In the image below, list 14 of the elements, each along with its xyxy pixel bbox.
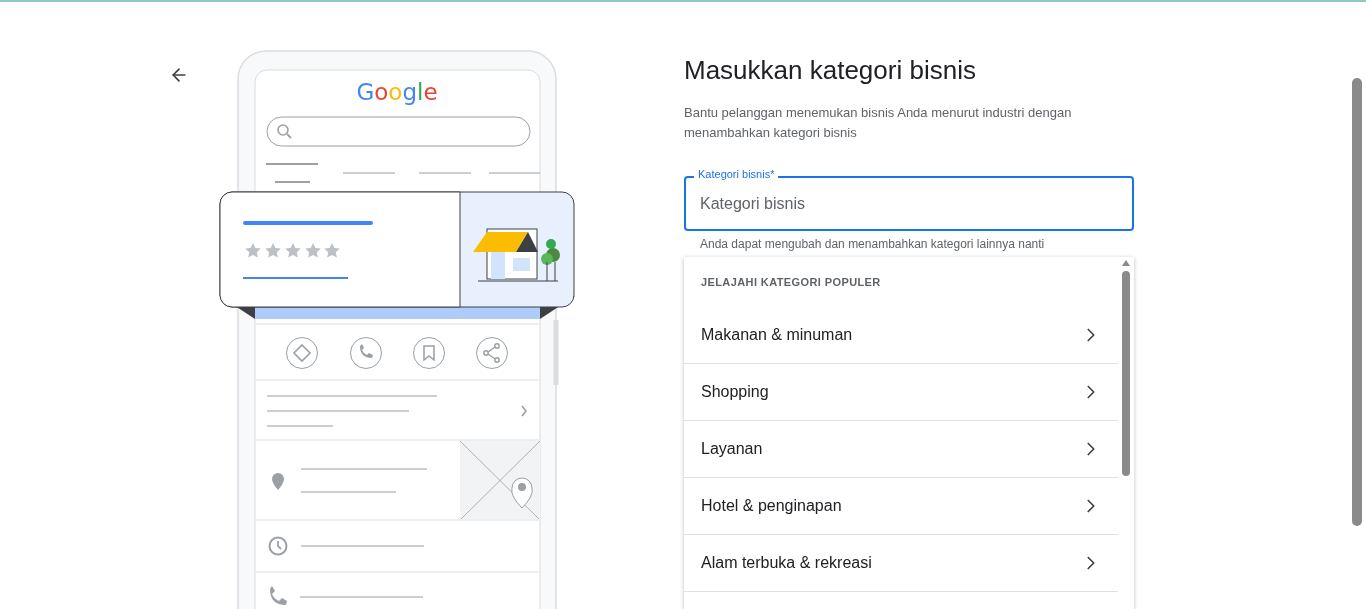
page-scrollbar[interactable] (1352, 78, 1362, 526)
field-label: Kategori bisnis* (694, 168, 779, 181)
section-heading: JELAJAHI KATEGORI POPULER (700, 275, 882, 290)
helper-text: Anda dapat mengubah dan menambahkan kategori lainnya nanti (700, 237, 1046, 251)
category-option[interactable]: Shopping (684, 364, 1118, 421)
scrollbar-thumb[interactable] (1122, 271, 1130, 476)
category-option[interactable]: Makanan & minuman (684, 307, 1118, 364)
page-title: Masukkan kategori bisnis (684, 54, 977, 86)
scroll-up-icon[interactable] (1122, 260, 1130, 266)
logo: Google (356, 79, 438, 105)
category-option[interactable]: Hotel & penginapan (684, 478, 1118, 535)
category-option[interactable]: Alam terbuka & rekreasi (684, 535, 1118, 592)
description: Bantu pelanggan menemukan bisnis Anda menurut industri dengan menambahkan kategori bisnis (684, 104, 1073, 142)
category-option[interactable]: Layanan (684, 421, 1118, 478)
